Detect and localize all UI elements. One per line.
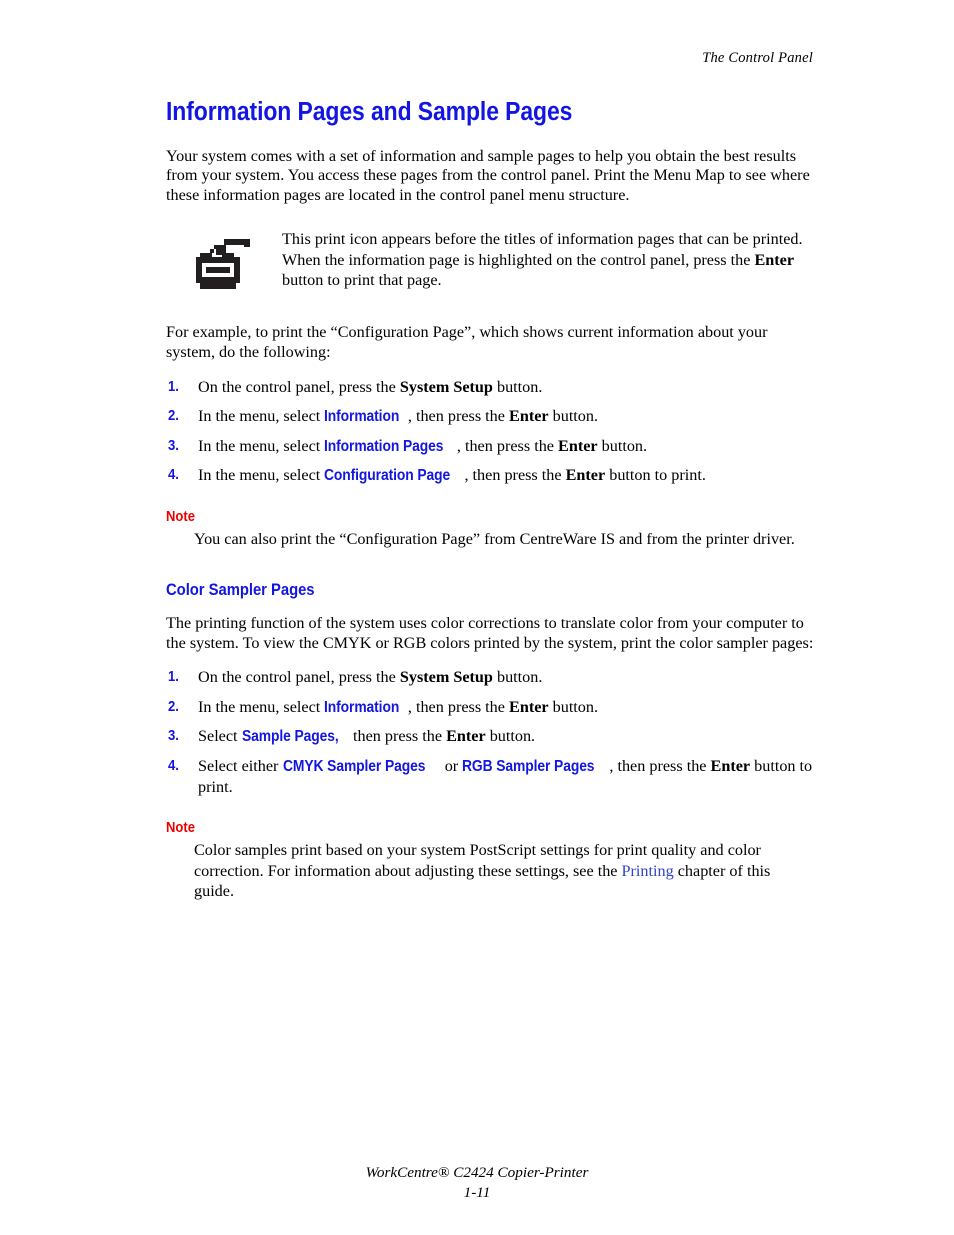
step-text-mid2: , then press the xyxy=(609,756,711,775)
step-text-mid: button. xyxy=(492,377,543,396)
list-item: 1. On the control panel, press the System… xyxy=(166,377,814,398)
step-text-post: button. xyxy=(548,697,599,716)
step-text-pre: In the menu, select xyxy=(198,697,325,716)
step-text-pre: In the menu, select xyxy=(198,436,325,455)
step-bold-term: Enter xyxy=(558,436,598,455)
example-paragraph: For example, to print the “Configuration… xyxy=(166,323,768,361)
step-text-mid: button. xyxy=(492,668,543,687)
step-text-pre: Select either xyxy=(198,756,283,775)
step-number: 4. xyxy=(168,757,179,774)
list-item: 4. In the menu, select Configuration Page… xyxy=(166,465,814,486)
step-text-post: button. xyxy=(548,407,599,426)
section-title-color-sampler-pages: Color Sampler Pages xyxy=(166,581,315,600)
menu-item-information[interactable]: Information xyxy=(324,697,399,718)
step-text-mid: , then press the xyxy=(407,407,510,426)
note-body: You can also print the “Configuration Pa… xyxy=(194,529,795,548)
step-number: 4. xyxy=(168,467,179,484)
step-text-post: button to print. xyxy=(605,466,706,485)
footer-page-number: 1-11 xyxy=(463,1184,491,1201)
step-number: 3. xyxy=(168,728,179,745)
step-bold-term: Enter xyxy=(509,697,549,716)
callout-text-part1: This print icon appears before the title… xyxy=(282,230,803,269)
step-text-post: button. xyxy=(485,727,536,746)
subsection-paragraph: The printing function of the system uses… xyxy=(166,614,814,652)
step-bold-term: Enter xyxy=(446,727,486,746)
step-number: 2. xyxy=(168,698,179,715)
menu-item-cmyk-sampler-pages[interactable]: CMYK Sampler Pages xyxy=(283,756,425,777)
list-item: 2. In the menu, select Information , then … xyxy=(166,406,814,427)
list-item: 3. Select Sample Pages, then press the En… xyxy=(166,726,814,747)
step-text-mid: then press the xyxy=(348,727,447,746)
print-icon-callout: This print icon appears before the title… xyxy=(166,229,814,291)
footer-product-name: WorkCentre® C2424 Copier-Printer xyxy=(365,1164,589,1181)
step-number: 1. xyxy=(168,669,179,686)
step-text-mid: , then press the xyxy=(407,697,510,716)
cross-reference-printing[interactable]: Printing xyxy=(622,862,674,880)
step-text-mid: , then press the xyxy=(456,436,559,455)
procedure-list-configuration-page: 1. On the control panel, press the System… xyxy=(166,377,814,487)
step-text-pre: In the menu, select xyxy=(198,466,325,485)
callout-enter-bold: Enter xyxy=(754,250,795,269)
step-text-pre: On the control panel, press the xyxy=(198,377,400,396)
menu-item-configuration-page[interactable]: Configuration Page xyxy=(324,465,450,486)
callout-text-part2: button to print that page. xyxy=(282,271,442,290)
document-page: The Control Panel Information Pages and … xyxy=(0,0,954,1235)
note-label: Note xyxy=(166,820,196,837)
step-bold-term: Enter xyxy=(509,407,549,426)
printer-icon xyxy=(194,235,252,291)
step-bold-term: Enter xyxy=(565,466,606,485)
step-text-pre: In the menu, select xyxy=(198,407,325,426)
list-item: 2. In the menu, select Information , then … xyxy=(166,697,814,718)
list-item: 3. In the menu, select Information Pages,… xyxy=(166,436,814,457)
page-footer: WorkCentre® C2424 Copier-Printer 1-11 xyxy=(0,1163,954,1203)
running-header: The Control Panel xyxy=(702,50,813,66)
menu-item-sample-pages[interactable]: Sample Pages, xyxy=(242,726,339,747)
page-content: Information Pages and Sample Pages Your … xyxy=(166,98,814,902)
intro-paragraph: Your system comes with a set of informat… xyxy=(166,146,810,204)
menu-item-information[interactable]: Information xyxy=(324,406,399,427)
step-bold-term: System Setup xyxy=(399,377,493,396)
callout-text: This print icon appears before the title… xyxy=(282,229,814,290)
list-item: 4. Select either CMYK Sampler Pages or RG… xyxy=(166,756,814,798)
step-text-pre: Select xyxy=(198,727,242,746)
menu-item-information-pages[interactable]: Information Pages xyxy=(324,436,443,457)
step-number: 1. xyxy=(168,378,179,395)
step-number: 3. xyxy=(168,437,179,454)
menu-item-rgb-sampler-pages[interactable]: RGB Sampler Pages xyxy=(462,756,595,777)
step-number: 2. xyxy=(168,408,179,425)
note-body: Color samples print based on your system… xyxy=(194,840,814,902)
step-bold-term: Enter xyxy=(710,756,751,775)
step-text-mid: , then press the xyxy=(464,466,566,485)
note-label: Note xyxy=(166,508,196,525)
list-item: 1. On the control panel, press the System… xyxy=(166,667,814,688)
step-bold-term: System Setup xyxy=(399,668,493,687)
procedure-list-color-sampler: 1. On the control panel, press the System… xyxy=(166,667,814,798)
page-title: Information Pages and Sample Pages xyxy=(166,98,573,126)
step-text-post: button. xyxy=(597,436,648,455)
step-text-pre: On the control panel, press the xyxy=(198,668,400,687)
step-text-mid: or xyxy=(440,756,463,775)
